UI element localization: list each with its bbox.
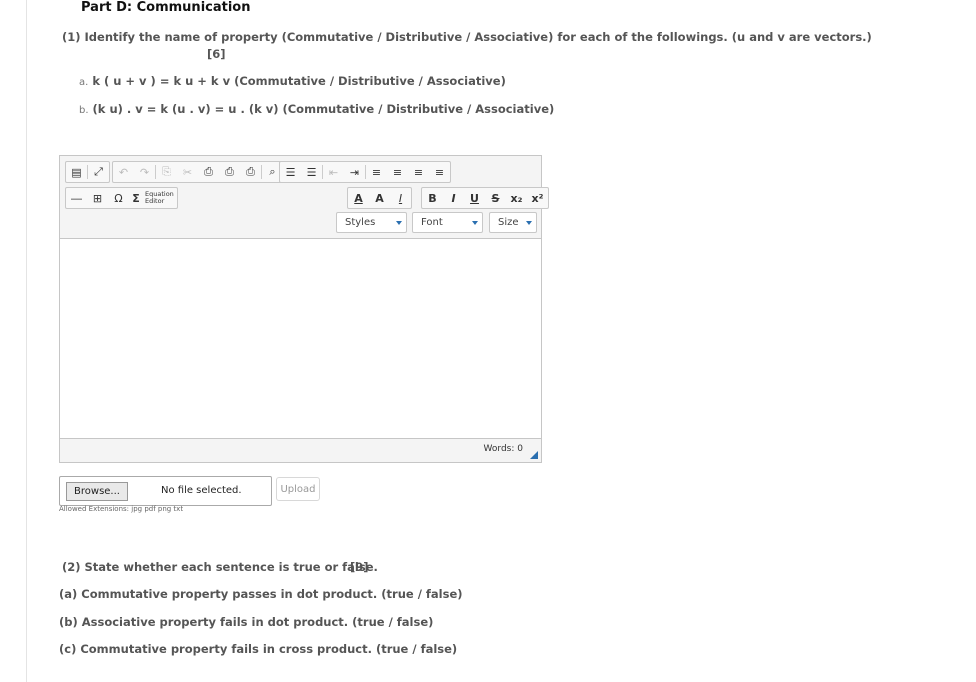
subscript-icon[interactable]: x₂: [506, 188, 527, 208]
indent-icon[interactable]: ⇥: [344, 162, 365, 182]
item-marker: b.: [79, 105, 89, 116]
left-border-line: [26, 0, 27, 682]
justify-icon[interactable]: ≡: [429, 162, 450, 182]
cut-icon[interactable]: ✂: [177, 162, 198, 182]
copy-icon[interactable]: ⎘: [156, 162, 177, 182]
question-1-prompt: (1) Identify the name of property (Commu…: [62, 30, 872, 44]
align-left-icon[interactable]: ≡: [366, 162, 387, 182]
item-text: (k u) . v = k (u . v) = u . (k v) (Commu…: [92, 102, 555, 116]
question-1-item-a: a. k ( u + v ) = k u + k v (Commutative /…: [79, 74, 506, 88]
horizontal-rule-icon[interactable]: ―: [66, 188, 87, 208]
underline-icon[interactable]: U: [464, 188, 485, 208]
special-char-icon[interactable]: Ω: [108, 188, 129, 208]
align-center-icon[interactable]: ≡: [387, 162, 408, 182]
editor-text-area[interactable]: [60, 239, 541, 438]
table-icon[interactable]: ⊞: [87, 188, 108, 208]
redo-icon[interactable]: ↷: [134, 162, 155, 182]
word-count: Words: 0: [483, 444, 523, 454]
align-right-icon[interactable]: ≡: [408, 162, 429, 182]
numbered-list-icon[interactable]: ☰: [280, 162, 301, 182]
resize-handle-icon[interactable]: [530, 451, 538, 459]
paste-text-icon[interactable]: ⎙: [219, 162, 240, 182]
font-label: Font: [421, 217, 443, 228]
toolbar-group-colors: A A I: [347, 187, 412, 209]
upload-button[interactable]: Upload: [276, 477, 320, 501]
item-text: k ( u + v ) = k u + k v (Commutative / D…: [92, 74, 506, 88]
item-marker: a.: [79, 77, 89, 88]
dropdown-arrow-icon: [472, 221, 478, 225]
toolbar-group-clipboard: ↶ ↷ ⎘ ✂ ⎙ ⎙ ⎙ ⌕: [112, 161, 284, 183]
editor-toolbar: ▤ ⤢ ↶ ↷ ⎘ ✂ ⎙ ⎙ ⎙ ⌕ ☰ ☰ ⇤ ⇥ ≡ ≡ ≡ ≡ ― ⊞ …: [60, 156, 549, 239]
undo-icon[interactable]: ↶: [113, 162, 134, 182]
allowed-extensions: Allowed Extensions: jpg pdf png txt: [59, 505, 184, 513]
question-2-marks: [9]: [350, 560, 369, 574]
part-title: Part D: Communication: [81, 0, 251, 15]
equation-label-2: Editor: [145, 197, 165, 205]
remove-format-icon[interactable]: I: [390, 188, 411, 208]
question-2-item-b: (b) Associative property fails in dot pr…: [59, 615, 434, 629]
text-color-icon[interactable]: A: [348, 188, 369, 208]
superscript-icon[interactable]: x²: [527, 188, 548, 208]
toolbar-group-insert: ― ⊞ Ω Σ Equation Editor: [65, 187, 178, 209]
dropdown-arrow-icon: [396, 221, 402, 225]
question-1-item-b: b. (k u) . v = k (u . v) = u . (k v) (Com…: [79, 102, 554, 116]
background-color-icon[interactable]: A: [369, 188, 390, 208]
styles-dropdown[interactable]: Styles: [336, 212, 407, 233]
styles-label: Styles: [345, 217, 376, 228]
bulleted-list-icon[interactable]: ☰: [301, 162, 322, 182]
dropdown-arrow-icon: [526, 221, 532, 225]
browse-button[interactable]: Browse...: [66, 482, 128, 501]
question-2-prompt: (2) State whether each sentence is true …: [62, 560, 378, 574]
rich-text-editor: ▤ ⤢ ↶ ↷ ⎘ ✂ ⎙ ⎙ ⎙ ⌕ ☰ ☰ ⇤ ⇥ ≡ ≡ ≡ ≡ ― ⊞ …: [59, 155, 549, 463]
toolbar-group-document: ▤ ⤢: [65, 161, 110, 183]
strikethrough-icon[interactable]: S: [485, 188, 506, 208]
equation-editor-button[interactable]: Equation Editor: [143, 191, 177, 205]
size-dropdown[interactable]: Size: [489, 212, 537, 233]
file-input[interactable]: Browse... No file selected.: [59, 476, 272, 506]
outdent-icon[interactable]: ⇤: [323, 162, 344, 182]
question-2-item-c: (c) Commutative property fails in cross …: [59, 642, 458, 656]
file-status-text: No file selected.: [161, 485, 242, 496]
size-label: Size: [498, 217, 519, 228]
question-1-marks: [6]: [207, 47, 226, 61]
maximize-icon[interactable]: ⤢: [88, 162, 109, 182]
toolbar-group-basic-styles: B I U S x₂ x²: [421, 187, 549, 209]
italic-icon[interactable]: I: [443, 188, 464, 208]
source-icon[interactable]: ▤: [66, 162, 87, 182]
editor-status-bar: Words: 0: [60, 438, 541, 462]
question-2-item-a: (a) Commutative property passes in dot p…: [59, 587, 463, 601]
bold-icon[interactable]: B: [422, 188, 443, 208]
paste-icon[interactable]: ⎙: [198, 162, 219, 182]
font-dropdown[interactable]: Font: [412, 212, 483, 233]
paste-word-icon[interactable]: ⎙: [240, 162, 261, 182]
toolbar-group-paragraph: ☰ ☰ ⇤ ⇥ ≡ ≡ ≡ ≡: [279, 161, 451, 183]
sigma-icon[interactable]: Σ: [129, 188, 143, 208]
